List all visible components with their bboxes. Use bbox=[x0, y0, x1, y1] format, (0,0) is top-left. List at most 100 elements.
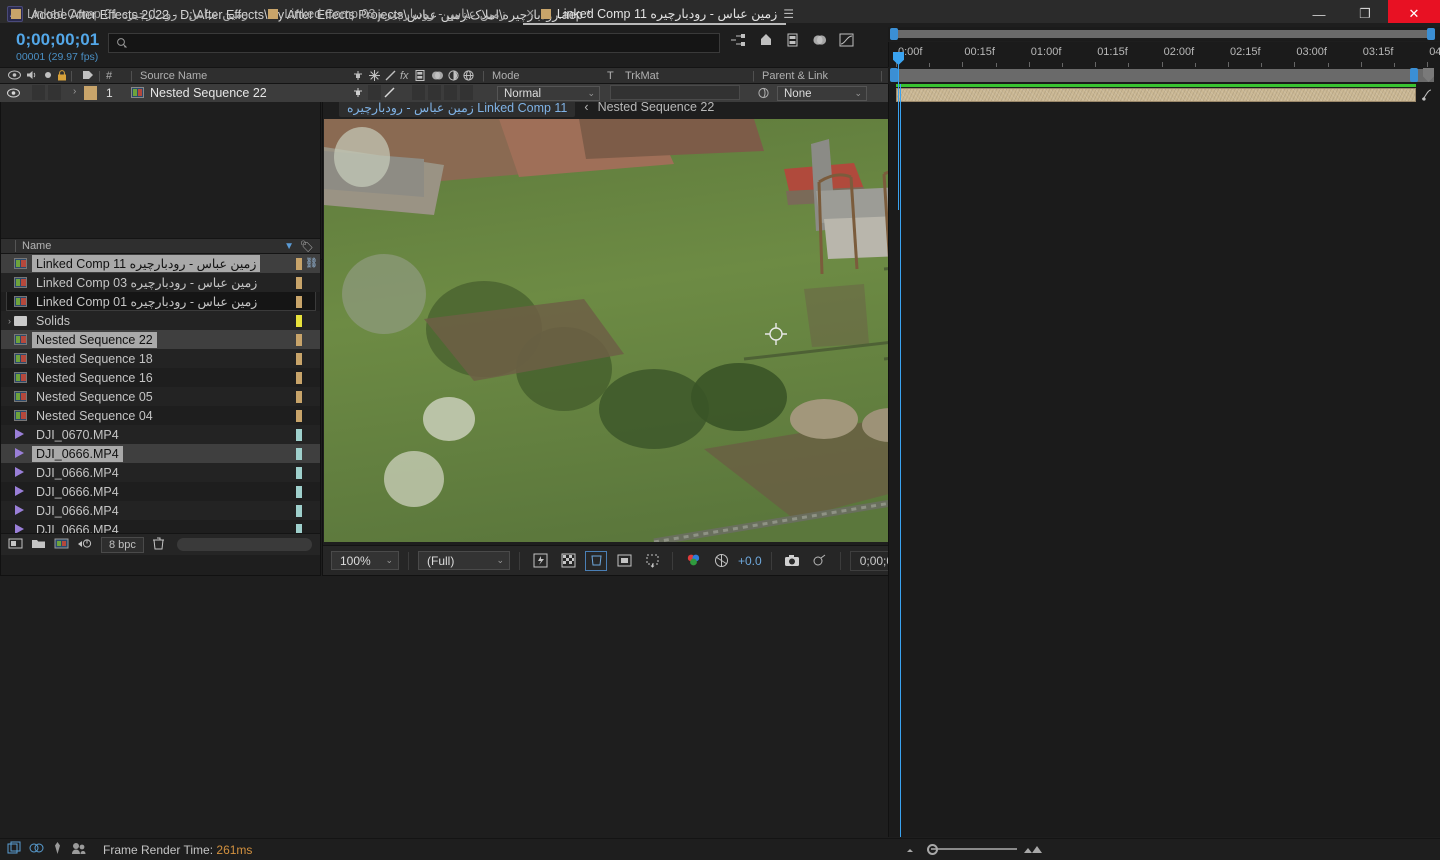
layer-video-toggle-icon[interactable] bbox=[7, 87, 20, 101]
list-item[interactable]: زمین عباس - رودبارچیره Linked Comp 03 bbox=[1, 273, 320, 292]
column-mode[interactable]: Mode bbox=[492, 70, 520, 82]
timeline-duration-bar[interactable] bbox=[888, 67, 1440, 84]
label-color-swatch[interactable] bbox=[296, 409, 302, 422]
timeline-ruler[interactable]: 0:00f 00:15f 01:00f 01:15f 02:00f 02:15f 03:00… bbox=[888, 42, 1440, 67]
tab-composition-0[interactable]: زمین عباس - رودبارچیره Linked Comp 01 bbox=[1, 1, 258, 26]
channel-select-icon[interactable] bbox=[682, 551, 704, 571]
zoom-out-icon[interactable] bbox=[905, 845, 921, 856]
project-settings-icon[interactable] bbox=[77, 537, 93, 553]
list-item[interactable]: › Solids bbox=[1, 311, 320, 330]
fast-previews-icon[interactable] bbox=[529, 551, 551, 571]
render-queue-icon[interactable] bbox=[7, 841, 22, 858]
list-item[interactable]: DJI_0666.MP4 bbox=[1, 463, 320, 482]
label-color-swatch[interactable] bbox=[296, 257, 302, 270]
work-area-end-handle[interactable] bbox=[1427, 28, 1435, 40]
column-name-label[interactable]: Name bbox=[15, 240, 51, 252]
video-toggle-icon[interactable] bbox=[8, 70, 21, 83]
zoom-level-select[interactable]: 100% ⌄ bbox=[331, 551, 399, 570]
list-item[interactable]: Nested Sequence 22 bbox=[1, 330, 320, 349]
delete-icon[interactable] bbox=[152, 537, 165, 553]
zoom-slider-knob[interactable] bbox=[927, 844, 938, 855]
composition-mini-flowchart-icon[interactable] bbox=[730, 33, 746, 50]
graph-editor-icon[interactable] bbox=[839, 33, 854, 50]
toggle-transparency-grid-icon[interactable] bbox=[641, 551, 663, 571]
layer-trkmat-select[interactable] bbox=[610, 85, 740, 100]
label-color-swatch[interactable] bbox=[296, 371, 302, 384]
column-t[interactable]: T bbox=[607, 70, 614, 82]
timeline-track-area[interactable] bbox=[888, 84, 1440, 837]
audio-toggle-icon[interactable] bbox=[26, 70, 38, 83]
close-tab-icon[interactable]: ✕ bbox=[526, 7, 535, 20]
list-item[interactable]: Nested Sequence 04 bbox=[1, 406, 320, 425]
breadcrumb-child[interactable]: Nested Sequence 22 bbox=[598, 100, 715, 114]
timeline-panel-menu-icon[interactable]: ☰ bbox=[783, 8, 794, 20]
color-depth-button[interactable]: 8 bpc bbox=[101, 536, 144, 553]
view-mask-icon[interactable] bbox=[585, 550, 607, 571]
list-item[interactable]: DJI_0666.MP4 bbox=[1, 501, 320, 520]
timeline-search-input[interactable] bbox=[108, 33, 720, 53]
frame-blending-icon[interactable] bbox=[786, 33, 800, 50]
list-item[interactable]: Nested Sequence 16 bbox=[1, 368, 320, 387]
label-color-swatch[interactable] bbox=[296, 523, 302, 533]
label-color-swatch[interactable] bbox=[296, 314, 302, 327]
list-item[interactable]: DJI_0666.MP4 bbox=[1, 482, 320, 501]
solo-toggle-icon[interactable] bbox=[43, 70, 53, 83]
label-color-swatch[interactable] bbox=[296, 352, 302, 365]
switch-motion-blur-icon[interactable] bbox=[431, 70, 444, 84]
disclosure-triangle-icon[interactable]: › bbox=[5, 316, 14, 326]
transparency-grid-icon[interactable] bbox=[557, 551, 579, 571]
exposure-reset-icon[interactable] bbox=[710, 551, 732, 571]
tab-composition-2[interactable]: ✕ زمین عباس - رودبارچیره Linked Comp 11 ☰ bbox=[516, 1, 805, 26]
label-color-swatch[interactable] bbox=[296, 447, 302, 460]
switch-3d-layer-icon[interactable] bbox=[463, 70, 474, 84]
new-project-icon[interactable] bbox=[8, 537, 23, 553]
resolution-select[interactable]: (Full) ⌄ bbox=[418, 551, 510, 570]
project-footer-pill[interactable] bbox=[176, 538, 312, 551]
show-snapshot-icon[interactable] bbox=[809, 551, 831, 571]
label-column-icon[interactable] bbox=[82, 70, 94, 83]
work-area-start-handle[interactable] bbox=[890, 28, 898, 40]
hide-shy-layers-icon[interactable] bbox=[758, 33, 774, 50]
label-color-swatch[interactable] bbox=[296, 485, 302, 498]
sort-direction-icon[interactable]: ▼ bbox=[284, 241, 294, 252]
list-item[interactable]: Nested Sequence 05 bbox=[1, 387, 320, 406]
switch-adjustment-icon[interactable] bbox=[448, 70, 459, 84]
table-row[interactable]: › 1 Nested Sequence 22 Normal ⌄ None ⌄ bbox=[0, 84, 888, 102]
layer-mode-select[interactable]: Normal ⌄ bbox=[497, 86, 600, 101]
comp-flowchart-icon[interactable] bbox=[29, 841, 44, 858]
label-color-swatch[interactable] bbox=[296, 333, 302, 346]
label-color-swatch[interactable] bbox=[296, 504, 302, 517]
label-color-swatch[interactable] bbox=[296, 295, 302, 308]
label-column-icon[interactable]: 🏷 bbox=[300, 240, 314, 253]
label-color-swatch[interactable] bbox=[296, 390, 302, 403]
zoom-in-icon[interactable] bbox=[1023, 845, 1045, 857]
list-item[interactable]: زمین عباس - رودبارچیره Linked Comp 11 ⛓ bbox=[1, 254, 320, 273]
layer-quality-icon[interactable] bbox=[384, 87, 395, 101]
playhead-line[interactable] bbox=[900, 84, 901, 837]
label-color-swatch[interactable] bbox=[296, 276, 302, 289]
layer-clip-bar[interactable] bbox=[896, 88, 1416, 102]
brainstorm-icon[interactable] bbox=[51, 841, 64, 858]
layer-source-name[interactable]: Nested Sequence 22 bbox=[150, 86, 267, 100]
current-timecode[interactable]: 0;00;00;01 bbox=[16, 30, 99, 50]
new-composition-icon[interactable] bbox=[54, 537, 69, 553]
layer-parent-select[interactable]: None ⌄ bbox=[777, 86, 867, 101]
duration-end-handle[interactable] bbox=[1410, 68, 1418, 82]
audio-waveform-icon[interactable] bbox=[1421, 88, 1436, 104]
parent-pickwhip-icon[interactable] bbox=[757, 87, 770, 102]
list-item[interactable]: Nested Sequence 18 bbox=[1, 349, 320, 368]
label-color-swatch[interactable] bbox=[296, 466, 302, 479]
duration-start-handle[interactable] bbox=[890, 68, 898, 82]
team-project-icon[interactable] bbox=[71, 841, 88, 858]
motion-blur-icon[interactable] bbox=[812, 33, 827, 50]
layer-label-color[interactable] bbox=[84, 86, 97, 100]
column-parent-link[interactable]: Parent & Link bbox=[762, 70, 828, 82]
layer-collapse-icon[interactable] bbox=[352, 87, 364, 101]
column-source-name[interactable]: Source Name bbox=[140, 70, 207, 82]
tab-composition-1[interactable]: زمین عباس - رودبارچیره Linked Comp 03 bbox=[258, 1, 515, 26]
project-item-list[interactable]: زمین عباس - رودبارچیره Linked Comp 11 ⛓ زم… bbox=[1, 254, 320, 533]
list-item[interactable]: DJI_0666.MP4 bbox=[1, 520, 320, 533]
lock-toggle-icon[interactable] bbox=[57, 70, 67, 84]
new-folder-icon[interactable] bbox=[31, 537, 46, 553]
list-item[interactable]: زمین عباس - رودبارچیره Linked Comp 01 bbox=[1, 292, 320, 311]
